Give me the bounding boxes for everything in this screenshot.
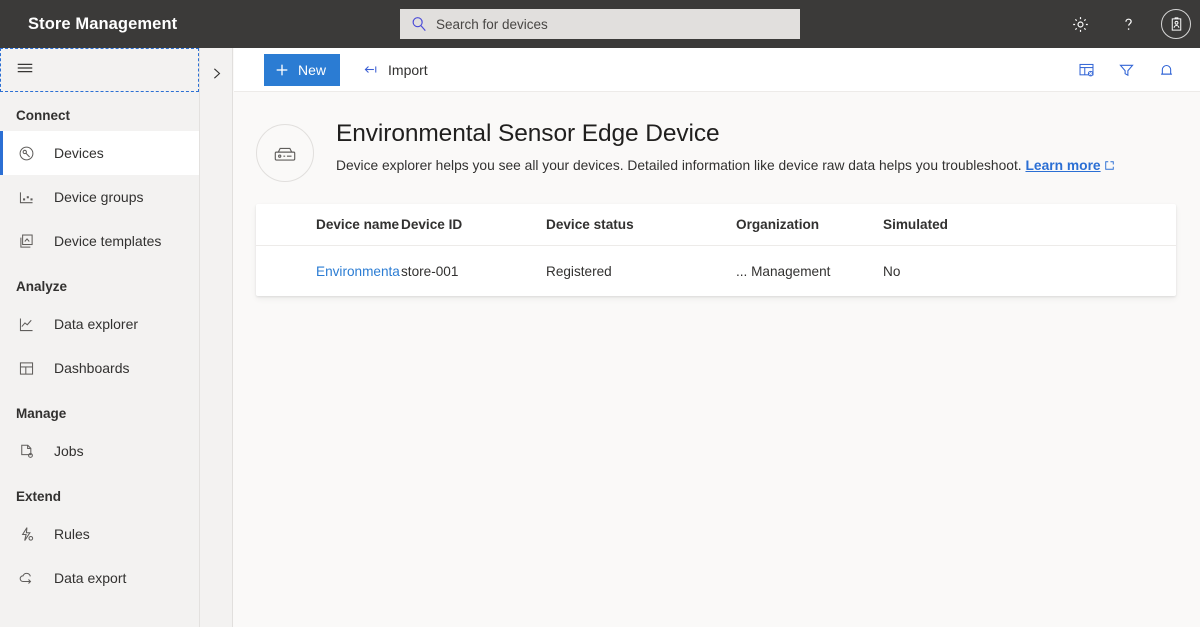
column-header-organization[interactable]: Organization	[736, 217, 883, 232]
column-options-icon[interactable]	[1066, 48, 1106, 92]
search-box[interactable]: Search for devices	[400, 9, 800, 39]
sidebar-item-label: Device templates	[54, 233, 162, 249]
table-header-row: Device name Device ID Device status Orga…	[256, 204, 1176, 246]
bell-icon[interactable]	[1146, 48, 1186, 92]
device-groups-icon	[16, 187, 36, 207]
sidebar-item-label: Devices	[54, 145, 104, 161]
sidebar-item-data-explorer[interactable]: Data explorer	[0, 302, 199, 346]
sidebar-item-jobs[interactable]: Jobs	[0, 429, 199, 473]
sidebar-item-label: Dashboards	[54, 360, 130, 376]
column-header-device-name[interactable]: Device name	[256, 217, 401, 232]
sidebar-item-label: Data explorer	[54, 316, 139, 332]
table-row[interactable]: Environmenta... store-001 Registered ...…	[256, 246, 1176, 296]
column-header-simulated[interactable]: Simulated	[883, 217, 1023, 232]
jobs-icon	[16, 441, 36, 461]
new-button[interactable]: New	[264, 53, 341, 86]
new-button-label: New	[298, 61, 327, 78]
header-actions	[1056, 0, 1200, 48]
cell-device-name[interactable]: Environmenta...	[256, 264, 401, 279]
sidebar-toggle-button[interactable]	[0, 48, 199, 92]
column-header-device-id[interactable]: Device ID	[401, 217, 546, 232]
sidebar-item-label: Data export	[54, 570, 127, 586]
sidebar-item-label: Rules	[54, 526, 90, 542]
devices-icon	[16, 143, 36, 163]
app-header: Store Management Search for devices	[0, 0, 1200, 48]
column-header-device-status[interactable]: Device status	[546, 217, 736, 232]
command-bar: New Import	[234, 48, 1200, 92]
import-button-label: Import	[388, 61, 428, 78]
learn-more-label: Learn more	[1025, 158, 1101, 173]
sidebar-section-extend: Extend	[16, 489, 62, 504]
learn-more-link[interactable]: Learn more	[1025, 158, 1114, 173]
sidebar-section-manage: Manage	[16, 406, 67, 421]
page-subtitle: Device explorer helps you see all your d…	[336, 158, 1115, 174]
chevron-right-icon[interactable]	[200, 58, 232, 88]
import-button[interactable]: Import	[362, 61, 428, 78]
table-body: Environmenta... store-001 Registered ...…	[256, 246, 1176, 296]
cell-device-id: store-001	[401, 263, 459, 279]
page-title: Environmental Sensor Edge Device	[336, 120, 720, 147]
main-content: New Import Environmental Sensor Edge Dev…	[234, 48, 1200, 627]
command-bar-actions	[1066, 48, 1186, 92]
sidebar-item-devices[interactable]: Devices	[0, 131, 199, 175]
sidebar-section-analyze: Analyze	[16, 279, 68, 294]
page-subtitle-text: Device explorer helps you see all your d…	[336, 158, 1022, 173]
sidebar-item-dashboards[interactable]: Dashboards	[0, 346, 199, 390]
sidebar-item-label: Device groups	[54, 189, 144, 205]
sidebar-expander-rail	[200, 48, 233, 627]
page-header: Environmental Sensor Edge Device Device …	[234, 92, 1200, 182]
gear-icon[interactable]	[1056, 0, 1104, 48]
edge-device-icon	[256, 124, 314, 182]
sidebar-item-label: Jobs	[54, 443, 84, 459]
selection-indicator	[0, 131, 3, 175]
devices-table: Device name Device ID Device status Orga…	[256, 204, 1176, 296]
filter-icon[interactable]	[1106, 48, 1146, 92]
hamburger-icon	[15, 58, 35, 83]
search-placeholder: Search for devices	[436, 16, 548, 32]
sidebar: Connect Devices Device groups Device tem…	[0, 48, 200, 627]
rules-icon	[16, 524, 36, 544]
sidebar-item-device-groups[interactable]: Device groups	[0, 175, 199, 219]
sidebar-item-data-export[interactable]: Data export	[0, 556, 199, 600]
cell-device-status: Registered	[546, 263, 612, 279]
data-explorer-icon	[16, 314, 36, 334]
cell-organization: ... Management	[736, 263, 831, 279]
external-link-icon	[1104, 159, 1115, 174]
help-icon[interactable]	[1104, 0, 1152, 48]
device-templates-icon	[16, 231, 36, 251]
sidebar-item-rules[interactable]: Rules	[0, 512, 199, 556]
sidebar-item-device-templates[interactable]: Device templates	[0, 219, 199, 263]
app-brand-title: Store Management	[28, 14, 178, 33]
plus-icon	[274, 62, 290, 78]
data-export-icon	[16, 568, 36, 588]
cell-simulated: No	[883, 263, 901, 279]
account-badge-icon[interactable]	[1152, 0, 1200, 48]
search-icon	[410, 15, 428, 33]
sidebar-section-connect: Connect	[16, 108, 70, 123]
dashboards-icon	[16, 358, 36, 378]
import-icon	[362, 61, 379, 78]
avatar	[1161, 9, 1191, 39]
